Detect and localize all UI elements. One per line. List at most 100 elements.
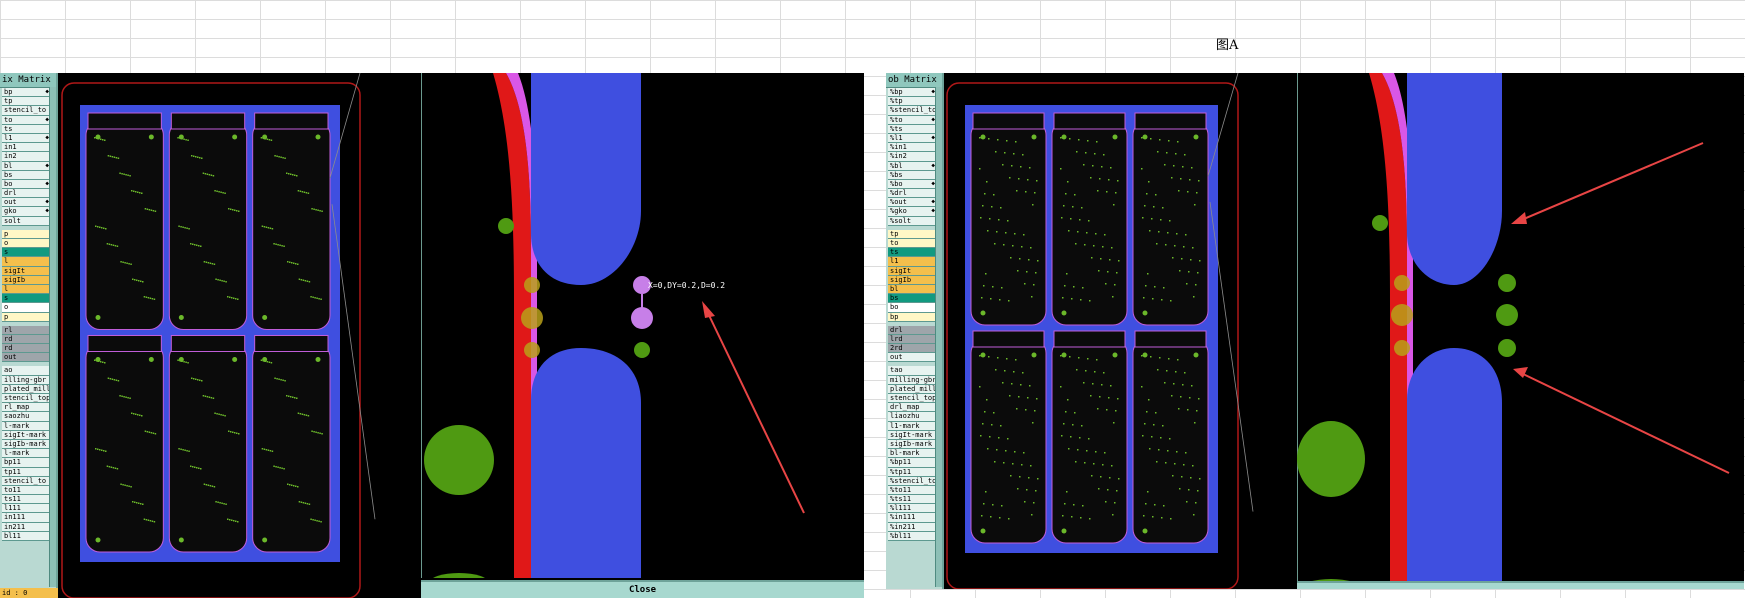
layer-row[interactable]: l111: [2, 504, 50, 514]
layer-row[interactable]: %bp ◆: [888, 88, 936, 98]
layer-row[interactable]: p: [2, 312, 50, 322]
layer-row[interactable]: %bs: [888, 170, 936, 180]
layer-row[interactable]: %drl: [888, 189, 936, 199]
board-overview[interactable]: [60, 73, 420, 598]
layer-row[interactable]: bl11: [2, 531, 50, 541]
layer-row[interactable]: l-mark: [2, 449, 50, 459]
layer-row[interactable]: in1: [2, 143, 50, 153]
layer-row[interactable]: %stencil_to: [888, 106, 936, 116]
layer-row[interactable]: stencil_to: [2, 476, 50, 486]
layer-row[interactable]: plated_mill: [2, 384, 50, 394]
board-overview-right[interactable]: [945, 73, 1298, 589]
layer-row[interactable]: %in211: [888, 522, 936, 532]
layer-row[interactable]: sigIt-mark: [888, 430, 936, 440]
layer-row[interactable]: 2rd: [888, 344, 936, 354]
layer-row[interactable]: %gko ◆: [888, 207, 936, 217]
layer-row[interactable]: bp ◆: [2, 88, 50, 98]
layer-row[interactable]: bp: [888, 312, 936, 322]
layer-row[interactable]: to ◆: [2, 115, 50, 125]
layer-row[interactable]: rl: [2, 325, 50, 335]
layer-row[interactable]: illing-gbr: [2, 375, 50, 385]
layer-row[interactable]: sigIb-mark: [888, 439, 936, 450]
layer-row[interactable]: tp: [2, 97, 50, 107]
layer-row[interactable]: o: [2, 303, 50, 313]
layer-row[interactable]: milling-gbr: [888, 375, 936, 385]
layer-row[interactable]: bs: [888, 294, 936, 304]
layer-row[interactable]: gko ◆: [2, 207, 50, 217]
layer-row[interactable]: sigIb: [2, 275, 50, 285]
layer-matrix-title-right[interactable]: ob Matrix ...: [886, 73, 942, 88]
layer-row[interactable]: saozhu: [2, 412, 50, 422]
layer-row[interactable]: to11: [2, 485, 50, 496]
layer-row[interactable]: l-mark: [2, 421, 50, 431]
layer-row[interactable]: %l111: [888, 504, 936, 514]
scrollbar-right[interactable]: [935, 87, 942, 587]
layer-row[interactable]: %ts11: [888, 495, 936, 505]
zoom-view-right[interactable]: [1297, 73, 1744, 589]
layer-row[interactable]: %l1 ◆: [888, 133, 936, 144]
layer-row[interactable]: ao: [2, 366, 50, 376]
layer-row[interactable]: rl_map: [2, 403, 50, 413]
close-button[interactable]: Close: [421, 580, 864, 598]
layer-row[interactable]: %bl11: [888, 531, 936, 541]
layer-row[interactable]: sigIt-mark: [2, 430, 50, 440]
layer-row[interactable]: o: [2, 239, 50, 249]
layer-row[interactable]: tao: [888, 366, 936, 376]
layer-row[interactable]: %in2: [888, 152, 936, 162]
layer-row[interactable]: %bp11: [888, 458, 936, 468]
layer-row[interactable]: plated_mill: [888, 384, 936, 394]
layer-row[interactable]: bl ◆: [2, 161, 50, 171]
layer-row[interactable]: out: [888, 353, 936, 363]
layer-row[interactable]: to: [888, 239, 936, 249]
layer-row[interactable]: s: [2, 294, 50, 304]
selected-pad-2[interactable]: [631, 307, 653, 329]
layer-row[interactable]: bl-mark: [888, 449, 936, 459]
layer-row[interactable]: in211: [2, 522, 50, 532]
scrollbar[interactable]: [49, 87, 56, 587]
layer-row[interactable]: bl: [888, 284, 936, 295]
layer-row[interactable]: sigIt: [2, 266, 50, 276]
zoom-view[interactable]: X=0,DY=0.2,D=0.2: [421, 73, 861, 578]
layer-row[interactable]: ts: [888, 248, 936, 258]
layer-row[interactable]: l: [2, 284, 50, 295]
layer-row[interactable]: bs: [2, 170, 50, 180]
layer-row[interactable]: l1-mark: [888, 421, 936, 431]
layer-row[interactable]: in2: [2, 152, 50, 162]
layer-row[interactable]: %bl ◆: [888, 161, 936, 171]
layer-row[interactable]: bp11: [2, 458, 50, 468]
layer-row[interactable]: out: [2, 353, 50, 363]
layer-row[interactable]: %tp: [888, 97, 936, 107]
layer-row[interactable]: rd: [2, 334, 50, 345]
layer-row[interactable]: %bo ◆: [888, 179, 936, 190]
layer-row[interactable]: liaozhu: [888, 412, 936, 422]
layer-row[interactable]: solt: [2, 216, 50, 226]
layer-row[interactable]: %in111: [888, 513, 936, 523]
layer-row[interactable]: l1 ◆: [2, 133, 50, 144]
layer-row[interactable]: drl: [888, 325, 936, 335]
layer-row[interactable]: %to11: [888, 485, 936, 496]
layer-row[interactable]: l: [2, 257, 50, 267]
layer-row[interactable]: stencil_top: [2, 394, 50, 404]
layer-row[interactable]: drl_map: [888, 403, 936, 413]
layer-row[interactable]: %ts: [888, 124, 936, 134]
layer-row[interactable]: lrd: [888, 334, 936, 345]
layer-row[interactable]: rd: [2, 344, 50, 354]
layer-row[interactable]: bo: [888, 303, 936, 313]
layer-row[interactable]: drl: [2, 189, 50, 199]
layer-row[interactable]: %stencil_to: [888, 476, 936, 486]
layer-row[interactable]: bo ◆: [2, 179, 50, 190]
close-bar-right[interactable]: [1297, 581, 1744, 589]
layer-row[interactable]: sigIt: [888, 266, 936, 276]
layer-row[interactable]: %solt: [888, 216, 936, 226]
layer-row[interactable]: tp: [888, 229, 936, 239]
layer-row[interactable]: tp11: [2, 467, 50, 477]
layer-row[interactable]: sigIb-mark: [2, 439, 50, 450]
layer-matrix-title[interactable]: ix Matrix ...: [0, 73, 56, 88]
layer-row[interactable]: %to ◆: [888, 115, 936, 125]
layer-row[interactable]: sigIb: [888, 275, 936, 285]
layer-row[interactable]: out ◆: [2, 198, 50, 208]
layer-row[interactable]: %in1: [888, 143, 936, 153]
layer-row[interactable]: %out ◆: [888, 198, 936, 208]
layer-row[interactable]: in111: [2, 513, 50, 523]
layer-row[interactable]: s: [2, 248, 50, 258]
